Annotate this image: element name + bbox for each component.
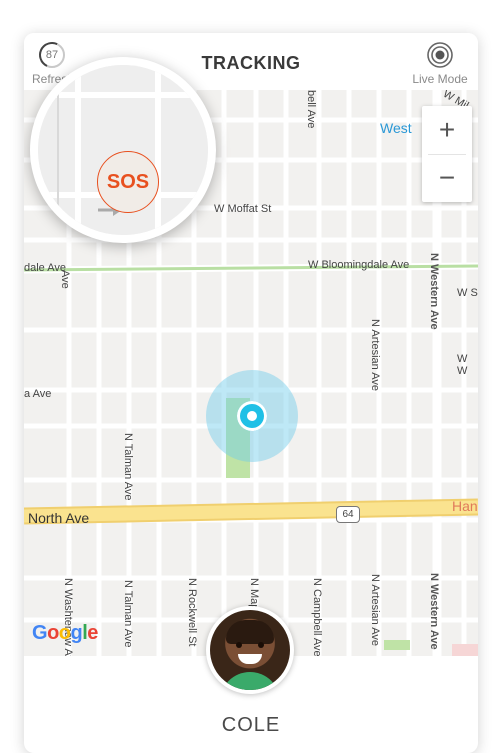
street-n-rockwell: N Rockwell St xyxy=(186,578,198,647)
sos-button[interactable]: SOS xyxy=(97,151,159,213)
street-north-ave: North Ave xyxy=(28,510,90,526)
sos-magnifier: SOS xyxy=(30,57,216,243)
street-n-campbell: N Campbell Ave xyxy=(311,578,323,656)
route-64-shield: 64 xyxy=(336,506,360,523)
street-w-bloomingdale: W Bloomingdale Ave xyxy=(308,259,410,271)
live-mode-label: Live Mode xyxy=(412,72,468,86)
street-ww: W W xyxy=(457,353,468,377)
avatar-hair xyxy=(226,620,274,644)
zoom-in-button[interactable]: + xyxy=(422,106,472,154)
street-n-talman: N Talman Ave xyxy=(122,433,134,501)
street-ave-top: Ave xyxy=(59,270,71,289)
street-n-talman-south: N Talman Ave xyxy=(122,580,134,648)
location-dot-icon xyxy=(237,401,267,431)
avatar-shirt xyxy=(220,672,280,690)
avatar-eye-left xyxy=(236,642,242,648)
street-n-artesian: N Artesian Ave xyxy=(369,319,381,391)
zoom-divider xyxy=(428,154,466,155)
zoom-control: + − xyxy=(422,106,472,202)
avatar-smile xyxy=(238,654,262,664)
street-w-moffat: W Moffat St xyxy=(214,203,272,215)
street-west: West xyxy=(380,120,412,136)
street-ham: Han xyxy=(452,498,478,514)
street-bell-ave: bell Ave xyxy=(305,90,317,129)
street-n-western-south: N Western Ave xyxy=(428,573,440,650)
child-name: COLE xyxy=(221,714,281,736)
live-mode-button[interactable]: Live Mode xyxy=(408,40,472,86)
avatar-photo xyxy=(210,610,290,690)
tracking-card: 87 Refresh TRACKING Live Mode W Moffat S… xyxy=(24,33,478,753)
google-logo: Google xyxy=(32,622,98,644)
street-ave-left: a Ave xyxy=(24,388,52,400)
location-marker[interactable] xyxy=(206,370,298,462)
street-n-artesian-south: N Artesian Ave xyxy=(369,574,381,646)
street-ws: W S xyxy=(457,287,478,299)
avatar-eye-right xyxy=(258,642,264,648)
live-mode-icon xyxy=(427,42,453,68)
street-n-western: N Western Ave xyxy=(428,253,440,330)
zoom-out-button[interactable]: − xyxy=(422,154,472,202)
child-avatar[interactable] xyxy=(206,606,294,694)
